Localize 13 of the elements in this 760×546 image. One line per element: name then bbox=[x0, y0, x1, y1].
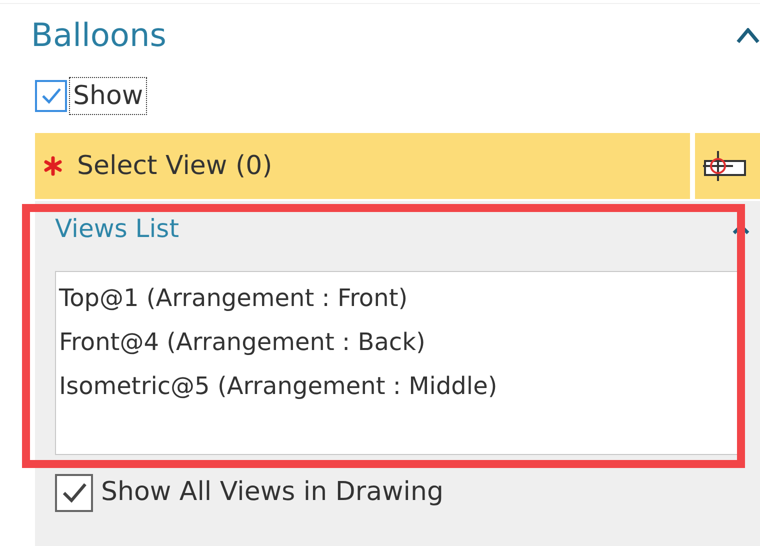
select-view-field[interactable]: Select View (0) bbox=[35, 133, 690, 199]
select-view-tool-button[interactable] bbox=[695, 133, 760, 199]
views-list-title: Views List bbox=[55, 213, 179, 246]
crosshair-icon bbox=[701, 149, 747, 183]
show-all-views-checkbox[interactable] bbox=[55, 474, 93, 512]
show-all-views-label[interactable]: Show All Views in Drawing bbox=[101, 473, 444, 512]
views-list-item[interactable]: Top@1 (Arrangement : Front) bbox=[59, 276, 737, 320]
section-title: Balloons bbox=[31, 19, 166, 51]
views-list-item[interactable]: Front@4 (Arrangement : Back) bbox=[59, 320, 737, 364]
views-list-item[interactable]: Isometric@5 (Arrangement : Middle) bbox=[59, 364, 737, 408]
chevron-icon[interactable] bbox=[736, 28, 760, 44]
show-label[interactable]: Show bbox=[69, 76, 148, 116]
show-checkbox[interactable] bbox=[35, 80, 67, 112]
